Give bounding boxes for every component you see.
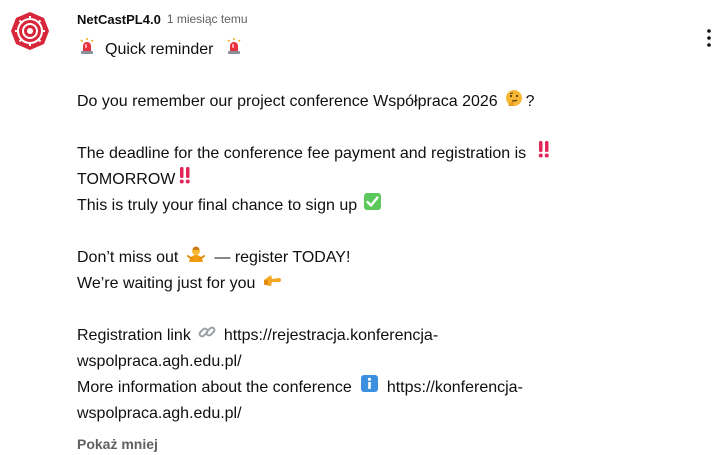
comment-line-more-info: More information about the conference ht… [77, 375, 697, 401]
comment-line-registration-cont: wspolpraca.agh.edu.pl/ [77, 349, 697, 375]
check-mark-button-icon [364, 193, 382, 219]
more-vert-icon [707, 29, 711, 47]
comment-text: Registration link [77, 327, 191, 344]
comment-line-final-chance: This is truly your final chance to sign … [77, 193, 697, 219]
comment-text: Don’t miss out [77, 249, 179, 266]
thinking-face-icon [505, 89, 523, 116]
comment-timestamp[interactable]: 1 miesiąc temu [167, 12, 248, 26]
rotating-light-icon [79, 38, 95, 62]
registration-url[interactable]: https://rejestracja.konferencja- [224, 323, 438, 349]
comment-text: Do you remember our project conference W… [77, 93, 498, 110]
comment-line-tomorrow: TOMORROW [77, 167, 697, 193]
double-exclamation-icon [179, 167, 191, 193]
conference-info-url[interactable]: https://konferencja- [387, 375, 523, 401]
comment-text: We’re waiting just for you [77, 275, 256, 292]
comment-line-registration: Registration link https://rejestracja.ko… [77, 323, 697, 349]
author-name[interactable]: NetCastPL4.0 [77, 12, 161, 27]
comment-line-deadline: The deadline for the conference fee paym… [77, 141, 697, 167]
comment-text: The deadline for the conference fee paym… [77, 145, 527, 162]
double-exclamation-icon [538, 141, 550, 167]
person-gesturing-icon [187, 245, 206, 272]
comment-text: This is truly your final chance to sign … [77, 197, 358, 214]
information-icon [360, 375, 378, 401]
comment-text: ? [525, 93, 535, 110]
comment-line-waiting: We’re waiting just for you [77, 271, 697, 297]
comment-text: Quick reminder [105, 41, 214, 58]
backhand-index-pointing-icon [262, 271, 282, 297]
comment-line-question: Do you remember our project conference W… [77, 89, 697, 115]
comment-body: Do you remember our project conference W… [77, 89, 697, 427]
gear-seal-icon [11, 12, 49, 50]
comment-line-reminder: Quick reminder [77, 38, 242, 62]
comment-line-more-info-cont: wspolpraca.agh.edu.pl/ [77, 401, 697, 427]
show-less-button[interactable]: Pokaż mniej [77, 436, 158, 452]
comment-text: TOMORROW [77, 171, 176, 188]
comment-text: More information about the conference [77, 379, 352, 396]
comment-text: — register TODAY! [214, 249, 351, 266]
rotating-light-icon [226, 38, 242, 62]
link-icon [198, 323, 216, 350]
avatar[interactable] [10, 11, 50, 51]
comment: NetCastPL4.0 1 miesiąc temu Quick remind… [77, 0, 697, 452]
registration-url-continued[interactable]: wspolpraca.agh.edu.pl/ [77, 349, 242, 375]
comment-header: NetCastPL4.0 1 miesiąc temu [77, 0, 697, 40]
comment-menu-button[interactable] [703, 28, 712, 48]
comment-line-dont-miss: Don’t miss out — register TODAY! [77, 245, 697, 271]
conference-info-url-continued[interactable]: wspolpraca.agh.edu.pl/ [77, 401, 242, 427]
